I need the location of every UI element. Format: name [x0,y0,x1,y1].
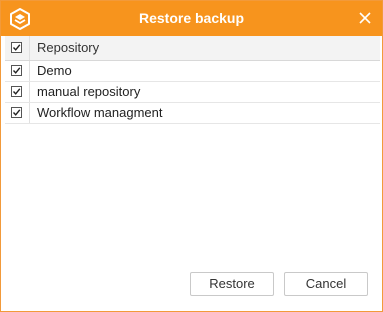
repository-name: manual repository [37,84,141,99]
row-checkbox[interactable] [11,86,22,97]
dialog-title: Restore backup [138,10,245,26]
checkmark-icon [12,109,21,116]
column-header-repository: Repository [37,40,100,55]
checkmark-icon [12,44,21,51]
table-row[interactable]: Workflow managment [5,103,380,124]
table-row[interactable]: manual repository [5,82,380,103]
close-icon[interactable] [358,11,372,25]
checkmark-icon [12,67,21,74]
repository-name: Workflow managment [37,105,163,120]
restore-button[interactable]: Restore [190,272,274,296]
cancel-button[interactable]: Cancel [284,272,368,296]
checkmark-icon [12,88,21,95]
title-bar: Restore backup [1,1,382,36]
table-header-row: Repository [5,36,380,61]
row-checkbox[interactable] [11,65,22,76]
repository-name: Demo [37,63,72,78]
checkbox-cell [5,61,30,81]
repository-table: Repository Demo manual repository Workfl… [5,36,380,124]
restore-backup-dialog: Restore backup Repository Demo manual re… [0,0,383,312]
table-row[interactable]: Demo [5,61,380,82]
row-checkbox[interactable] [11,107,22,118]
checkbox-cell [5,82,30,102]
select-all-checkbox[interactable] [11,42,22,53]
checkbox-cell [5,103,30,123]
select-all-cell [5,36,30,60]
